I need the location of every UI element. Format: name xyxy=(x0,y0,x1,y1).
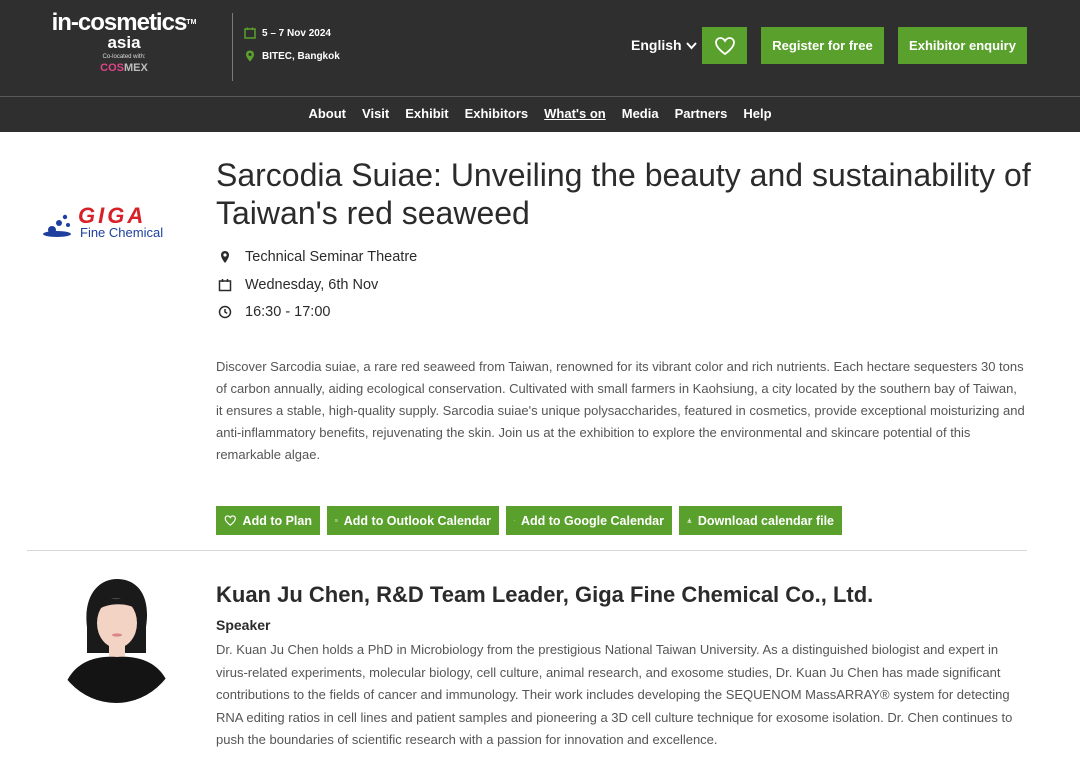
add-to-plan-button[interactable]: Add to Plan xyxy=(216,506,320,535)
logo-colocated-text: Co-located with: xyxy=(102,54,146,60)
language-selector[interactable]: English xyxy=(631,37,698,53)
calendar-plus-icon xyxy=(335,519,338,522)
add-to-outlook-calendar-button[interactable]: Add to Outlook Calendar xyxy=(327,506,499,535)
logo-sub-text: asia xyxy=(107,33,141,52)
nav-help[interactable]: Help xyxy=(743,106,771,123)
cosmex-logo: COSMEX xyxy=(100,62,148,74)
main-nav: About Visit Exhibit Exhibitors What's on… xyxy=(0,97,1080,132)
nav-partners[interactable]: Partners xyxy=(675,106,728,123)
map-pin-icon xyxy=(246,50,254,62)
session-location: Technical Seminar Theatre xyxy=(218,248,417,266)
event-info: 5 – 7 Nov 2024 BITEC, Bangkok xyxy=(244,26,340,72)
speaker-avatar xyxy=(51,565,181,703)
heart-icon xyxy=(224,515,236,526)
nav-exhibit[interactable]: Exhibit xyxy=(405,106,448,123)
map-pin-icon xyxy=(221,251,229,263)
download-icon xyxy=(687,518,692,523)
calendar-icon xyxy=(218,278,232,291)
nav-visit[interactable]: Visit xyxy=(362,106,389,123)
register-button[interactable]: Register for free xyxy=(761,27,884,64)
header-divider xyxy=(232,13,233,81)
site-header: in-cosmeticsTM asia Co-located with: COS… xyxy=(0,0,1080,97)
chevron-down-icon xyxy=(685,41,697,49)
section-divider xyxy=(27,550,1027,551)
nav-whats-on[interactable]: What's on xyxy=(544,106,606,123)
heart-icon xyxy=(714,36,735,55)
add-to-google-calendar-button[interactable]: Add to Google Calendar xyxy=(506,506,672,535)
giga-fine-chemical-logo[interactable]: GIGA Fine Chemical xyxy=(40,200,190,248)
session-meta: Technical Seminar Theatre Wednesday, 6th… xyxy=(218,248,417,331)
nav-exhibitors[interactable]: Exhibitors xyxy=(465,106,529,123)
svg-text:Fine Chemical: Fine Chemical xyxy=(80,225,163,240)
calendar-plus-icon xyxy=(514,520,515,521)
session-actions: Add to Plan Add to Outlook Calendar Add … xyxy=(216,506,849,535)
speaker-role: Speaker xyxy=(216,617,271,633)
favourites-button[interactable] xyxy=(702,27,747,64)
speaker-bio: Dr. Kuan Ju Chen holds a PhD in Microbio… xyxy=(216,642,1013,747)
session-description: Discover Sarcodia suiae, a rare red seaw… xyxy=(216,359,1025,462)
event-dates: 5 – 7 Nov 2024 xyxy=(244,26,340,40)
exhibitor-enquiry-button[interactable]: Exhibitor enquiry xyxy=(898,27,1027,64)
download-calendar-file-button[interactable]: Download calendar file xyxy=(679,506,842,535)
event-venue: BITEC, Bangkok xyxy=(244,49,340,63)
nav-media[interactable]: Media xyxy=(622,106,659,123)
session-title: Sarcodia Suiae: Unveiling the beauty and… xyxy=(216,157,1031,231)
in-cosmetics-asia-logo[interactable]: in-cosmeticsTM asia Co-located with: COS… xyxy=(44,10,204,75)
nav-about[interactable]: About xyxy=(308,106,346,123)
session-date: Wednesday, 6th Nov xyxy=(218,276,417,294)
calendar-icon xyxy=(244,27,256,39)
speaker-name: Kuan Ju Chen, R&D Team Leader, Giga Fine… xyxy=(216,582,874,607)
session-time: 16:30 - 17:00 xyxy=(218,303,417,321)
clock-icon xyxy=(218,305,232,319)
